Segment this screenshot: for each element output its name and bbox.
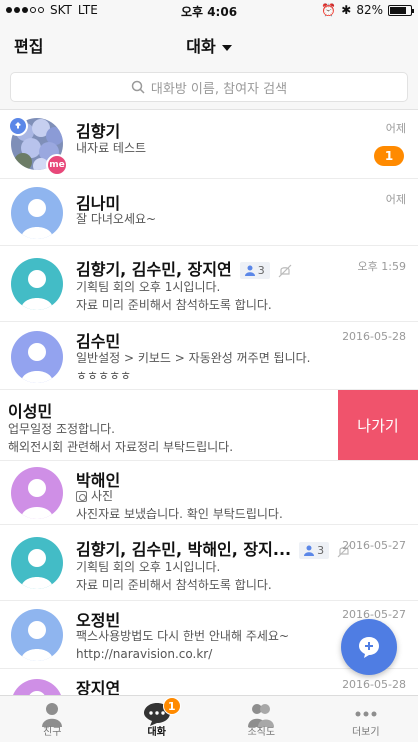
new-chat-button[interactable] xyxy=(341,619,397,675)
chat-list[interactable]: me 김향기 내자료 테스트 어제 1 김나미 잘 다녀오세요~ 어제 김향기,… xyxy=(0,110,418,695)
caret-down-icon xyxy=(221,44,232,51)
chat-name-text: 김향기, 김수민, 장지연 xyxy=(76,260,232,279)
chat-time: 2016-05-28 xyxy=(342,330,406,343)
chat-message: 사진자료 보냈습니다. 확인 부탁드립니다. xyxy=(76,507,283,521)
page-title: 대화 xyxy=(186,37,216,56)
avatar xyxy=(11,258,63,310)
chat-title-dropdown[interactable]: 대화 xyxy=(0,33,418,57)
chat-message-line: 자료 미리 준비해서 참석하도록 합니다. xyxy=(76,298,272,312)
search-icon xyxy=(131,80,145,94)
tab-chats[interactable]: 1 대화 xyxy=(105,696,210,742)
battery-percent: 82% xyxy=(356,3,383,17)
tab-more[interactable]: 더보기 xyxy=(314,696,418,742)
chat-row[interactable]: me 김향기 내자료 테스트 어제 1 xyxy=(0,110,418,179)
chat-name: 장지연 xyxy=(76,679,121,695)
avatar xyxy=(11,537,63,589)
member-icon xyxy=(304,545,315,556)
chat-name: 김향기, 김수민, 장지연 3 xyxy=(76,256,292,280)
chat-row[interactable]: 박해인 사진 사진자료 보냈습니다. 확인 부탁드립니다. xyxy=(0,461,418,525)
chat-row-swiped[interactable]: 이성민 업무일정 조정합니다. 해외전시회 관련해서 자료정리 부탁드립니다. … xyxy=(0,390,418,461)
avatar xyxy=(11,331,63,383)
chat-row[interactable]: 김수민 일반설정 > 키보드 > 자동완성 꺼주면 됩니다. ㅎㅎㅎㅎㅎ 201… xyxy=(0,322,418,390)
avatar xyxy=(11,187,63,239)
search-placeholder: 대화방 이름, 참여자 검색 xyxy=(150,81,288,97)
pin-icon xyxy=(8,116,28,136)
chat-message-line: 일반설정 > 키보드 > 자동완성 꺼주면 됩니다. xyxy=(76,351,311,365)
chat-time: 어제 xyxy=(385,193,406,206)
chat-time: 오후 1:59 xyxy=(357,260,406,273)
me-badge: me xyxy=(46,154,68,176)
tab-label: 대화 xyxy=(147,727,166,738)
search-bar: 대화방 이름, 참여자 검색 xyxy=(0,66,418,110)
chat-row[interactable]: 김나미 잘 다녀오세요~ 어제 xyxy=(0,179,418,246)
member-count-value: 3 xyxy=(317,544,325,557)
status-bar: SKT LTE 오후 4:06 ⏰ ✱ 82% xyxy=(0,0,418,20)
nav-header: 편집 대화 xyxy=(0,20,418,66)
chat-message-line: 기획팀 회의 오후 1시입니다. xyxy=(76,560,221,574)
chat-message-line: http://naravision.co.kr/ xyxy=(76,647,213,661)
chat-message: 잘 다녀오세요~ xyxy=(76,212,157,226)
chat-message-line: 해외전시회 관련해서 자료정리 부탁드립니다. xyxy=(8,440,234,454)
search-input[interactable]: 대화방 이름, 참여자 검색 xyxy=(10,72,408,102)
chat-message-line: 업무일정 조정합니다. xyxy=(8,422,115,436)
member-icon xyxy=(244,265,255,276)
avatar xyxy=(11,467,63,519)
new-chat-icon xyxy=(359,637,379,658)
leave-button[interactable]: 나가기 xyxy=(338,390,418,460)
chat-row[interactable]: 김향기, 김수민, 장지연 3 기획팀 회의 오후 1시입니다. 자료 미리 준비… xyxy=(0,246,418,322)
chat-message-line: ㅎㅎㅎㅎㅎ xyxy=(76,369,132,383)
chat-message-line: 자료 미리 준비해서 참석하도록 합니다. xyxy=(76,578,272,592)
chat-time: 2016-05-27 xyxy=(342,539,406,552)
chat-row[interactable]: 장지연 2016-05-28 xyxy=(0,669,418,695)
bluetooth-icon: ✱ xyxy=(341,3,352,17)
photo-icon xyxy=(76,491,87,502)
chat-message-line: 팩스사용방법도 다시 한번 안내해 주세요~ xyxy=(76,629,289,643)
tab-bar: 친구 1 대화 조직도 더보기 xyxy=(0,695,418,742)
unread-badge: 1 xyxy=(374,146,404,166)
chat-row[interactable]: 김향기, 김수민, 박해인, 장지... 3 기획팀 회의 오후 1시입니다. 자… xyxy=(0,525,418,601)
chat-time: 2016-05-28 xyxy=(342,678,406,691)
tab-friends[interactable]: 친구 xyxy=(0,696,105,742)
tab-label: 조직도 xyxy=(247,727,276,738)
chat-time: 어제 xyxy=(385,122,406,135)
tab-label: 친구 xyxy=(43,727,62,738)
member-count: 3 xyxy=(239,262,270,279)
chat-message-line: 기획팀 회의 오후 1시입니다. xyxy=(76,280,221,294)
tab-organization[interactable]: 조직도 xyxy=(209,696,314,742)
battery-fill xyxy=(390,6,407,14)
chat-name-text: 김향기, 김수민, 박해인, 장지... xyxy=(76,540,292,559)
tab-label: 더보기 xyxy=(351,727,380,738)
chat-attachment: 사진 xyxy=(76,487,113,505)
chat-message: 내자료 테스트 xyxy=(76,141,147,155)
attachment-label: 사진 xyxy=(91,489,114,503)
chat-name: 김향기, 김수민, 박해인, 장지... 3 xyxy=(76,536,351,560)
avatar xyxy=(11,609,63,661)
status-right: ⏰ ✱ 82% xyxy=(321,3,414,17)
chat-name: 이성민 xyxy=(8,402,53,421)
battery-icon xyxy=(388,4,414,16)
tab-badge: 1 xyxy=(162,697,181,715)
avatar xyxy=(11,679,63,695)
alarm-icon: ⏰ xyxy=(321,3,337,17)
mute-bell-icon xyxy=(278,264,292,277)
member-count-value: 3 xyxy=(257,264,265,277)
member-count: 3 xyxy=(299,542,330,559)
